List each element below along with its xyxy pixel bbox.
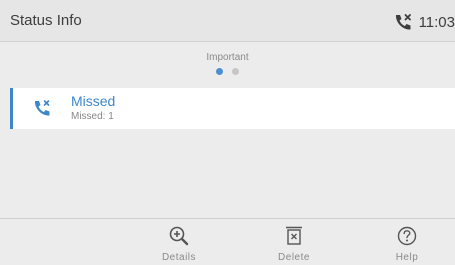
- pager-label: Important: [206, 52, 249, 63]
- page-indicator: [0, 68, 455, 75]
- missed-call-icon[interactable]: [393, 13, 415, 31]
- delete-button[interactable]: Delete: [254, 219, 334, 265]
- list-item-title: Missed: [71, 93, 116, 109]
- delete-box-icon: [286, 226, 302, 245]
- details-label: Details: [161, 252, 197, 263]
- missed-call-icon: [34, 100, 50, 116]
- clock: 11:03: [418, 13, 455, 31]
- title-bar: Status Info 11:03: [0, 0, 455, 42]
- help-icon: [397, 226, 417, 246]
- softkey-bar: Details Delete Help: [0, 218, 455, 264]
- list-item-subtitle: Missed: 1: [71, 111, 114, 122]
- help-label: Help: [395, 252, 419, 263]
- page-title: Status Info: [10, 12, 82, 29]
- details-button[interactable]: Details: [139, 219, 219, 265]
- delete-label: Delete: [278, 252, 310, 263]
- page-dot-inactive[interactable]: [232, 68, 239, 75]
- status-area: 11:03: [393, 12, 455, 32]
- zoom-in-icon: [169, 226, 189, 246]
- page-dot-active[interactable]: [216, 68, 223, 75]
- help-button[interactable]: Help: [367, 219, 447, 265]
- list-item-missed[interactable]: Missed Missed: 1: [10, 88, 455, 129]
